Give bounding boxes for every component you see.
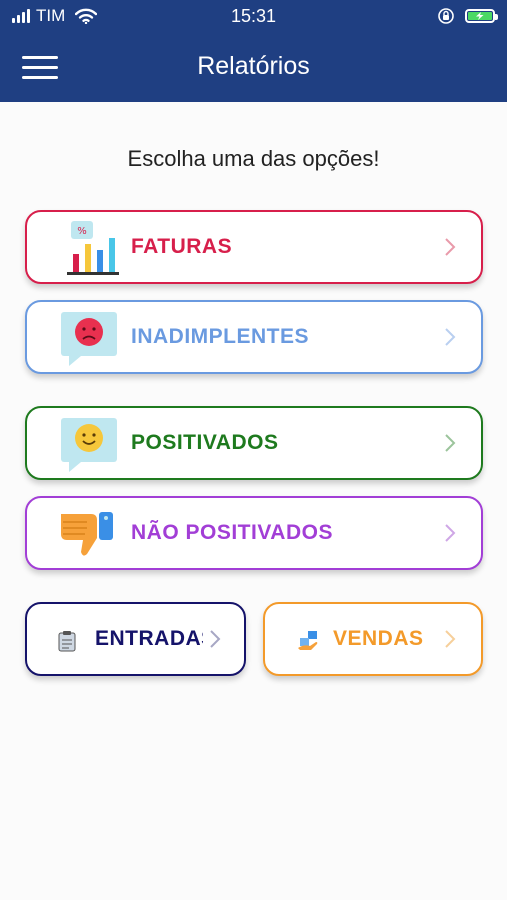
hand-package-icon <box>298 631 318 650</box>
entradas-label: ENTRADAS <box>95 627 203 650</box>
clipboard-icon <box>58 631 76 652</box>
entradas-button[interactable]: ENTRADAS <box>25 602 246 676</box>
inadimplentes-label: INADIMPLENTES <box>131 325 310 348</box>
chevron-right-icon <box>445 328 456 346</box>
nao-positivados-label: NÃO POSITIVADOS <box>131 521 333 544</box>
nao-positivados-button[interactable]: NÃO POSITIVADOS <box>25 496 483 570</box>
page-title: Relatórios <box>197 52 310 80</box>
chevron-right-icon <box>210 630 221 648</box>
options-prompt: Escolha uma das opções! <box>127 146 380 171</box>
sad-face-chat-icon <box>61 312 117 366</box>
inadimplentes-button[interactable]: INADIMPLENTES <box>25 300 483 374</box>
svg-text:%: % <box>77 226 87 237</box>
smile-face-chat-icon <box>61 418 117 472</box>
status-time: 15:31 <box>230 6 277 26</box>
app-header: TIM 15:31 Relatórios <box>0 0 507 102</box>
chevron-right-icon <box>445 238 456 256</box>
entradas-label-clip: ENTRADAS <box>95 604 203 674</box>
orientation-lock-icon <box>438 8 454 24</box>
thumbs-down-icon <box>61 512 113 556</box>
positivados-button[interactable]: POSITIVADOS <box>25 406 483 480</box>
chevron-right-icon <box>445 630 456 648</box>
bar-chart-icon: % <box>67 221 119 275</box>
chevron-right-icon <box>445 524 456 542</box>
faturas-label: FATURAS <box>131 235 233 258</box>
chevron-right-icon <box>445 434 456 452</box>
vendas-label: VENDAS <box>333 627 424 650</box>
battery-charging-icon <box>465 9 498 23</box>
faturas-button[interactable]: % FATURAS <box>25 210 483 284</box>
status-bar: TIM 15:31 <box>0 0 507 34</box>
positivados-label: POSITIVADOS <box>131 431 279 454</box>
vendas-button[interactable]: VENDAS <box>263 602 483 676</box>
status-right-group <box>437 7 498 25</box>
